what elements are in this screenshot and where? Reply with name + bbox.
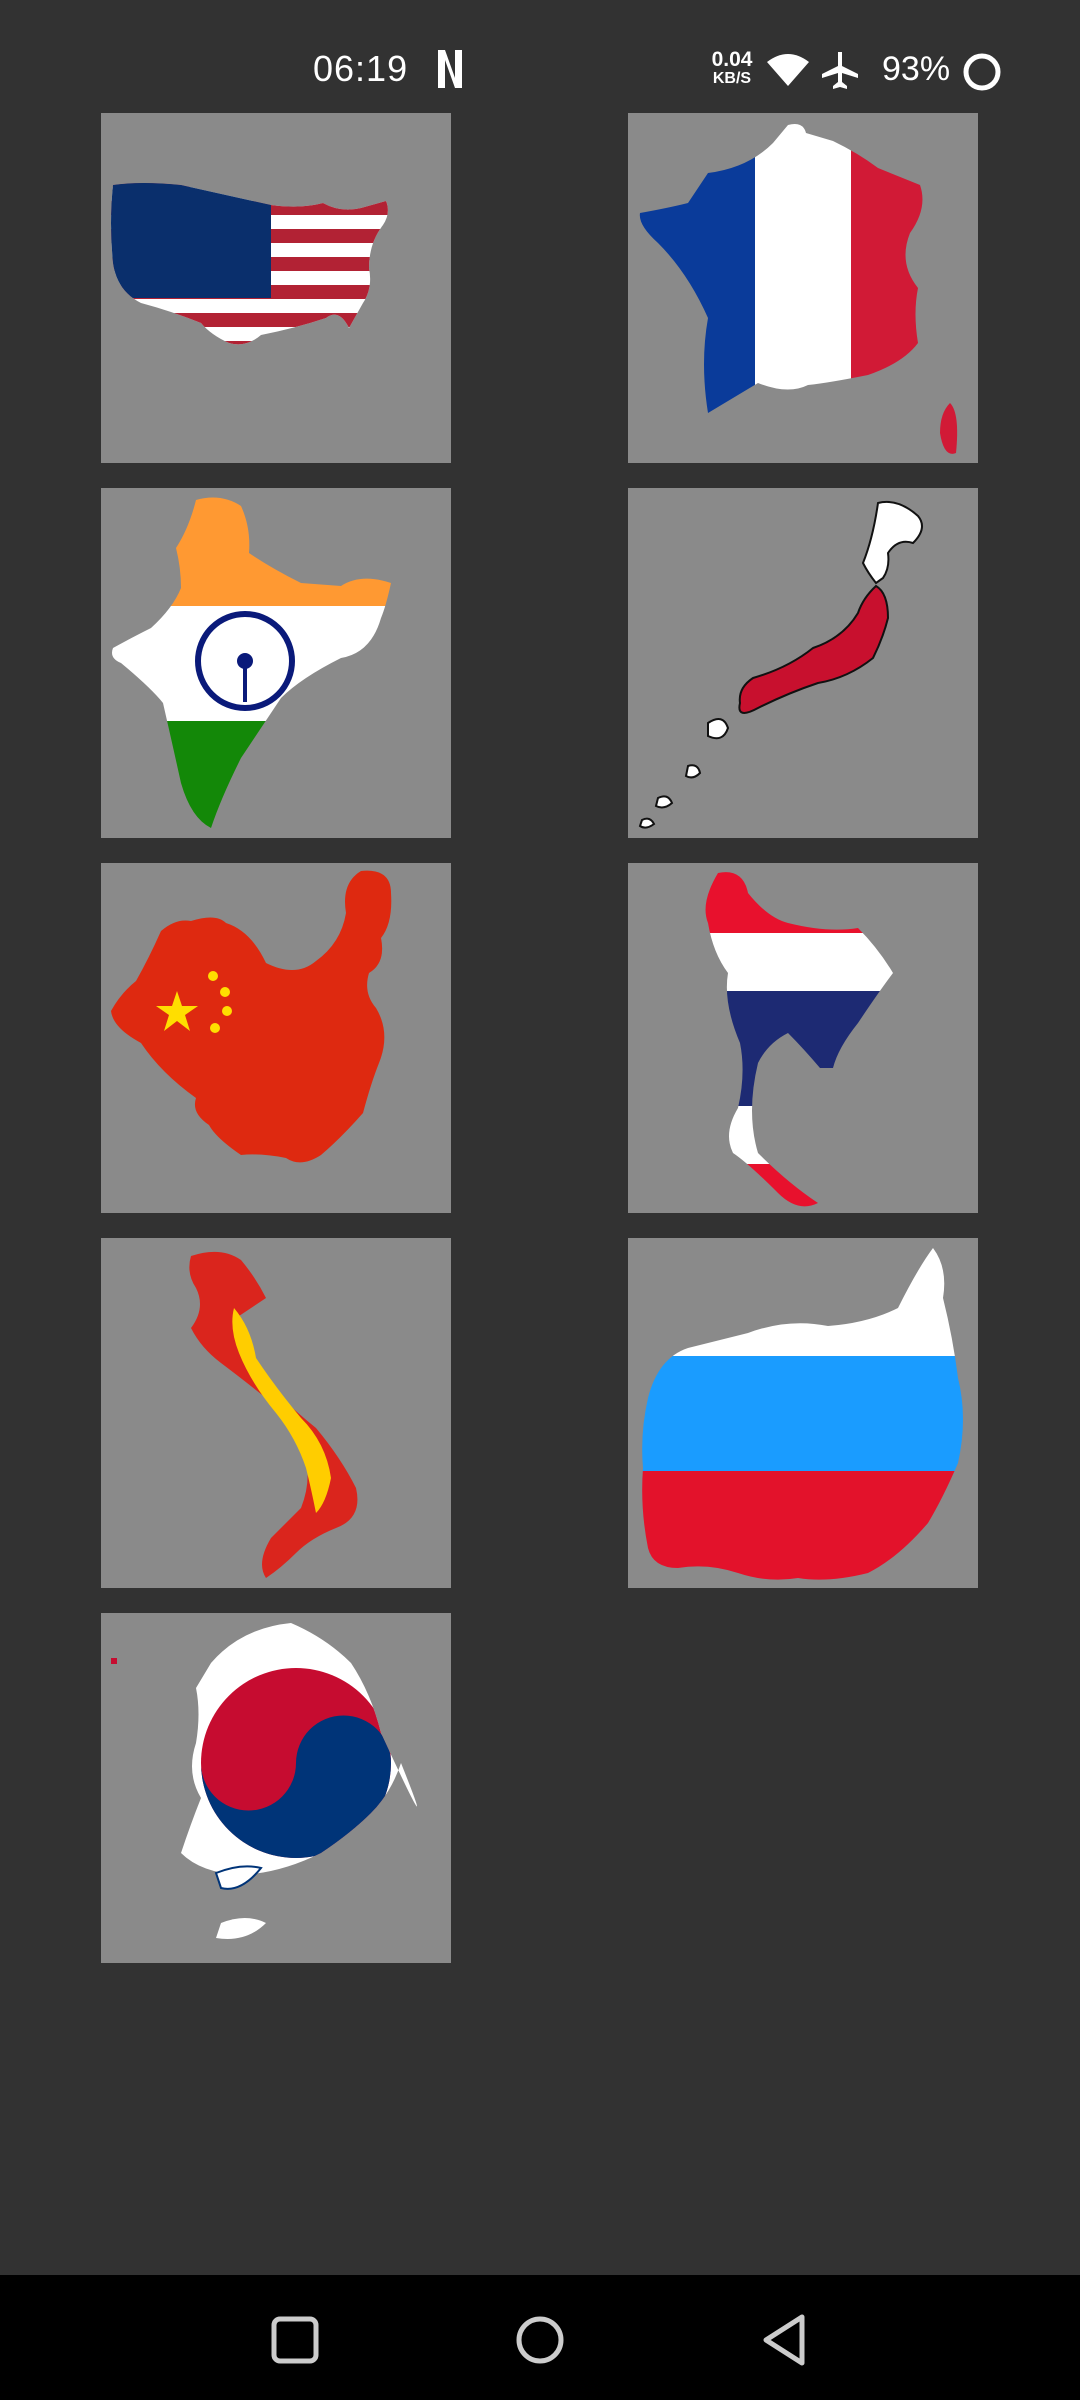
airplane-mode-icon xyxy=(822,52,858,89)
status-time: 06:19 xyxy=(313,48,409,89)
network-speed-value: 0.04 xyxy=(711,48,753,71)
russia-flag-map-icon xyxy=(642,1248,963,1580)
tile-usa[interactable] xyxy=(101,113,451,463)
thailand-flag-map-icon xyxy=(705,872,894,1207)
battery-icon xyxy=(963,53,1001,91)
south-korea-flag-map-icon xyxy=(111,1623,417,1939)
home-button[interactable] xyxy=(505,2305,575,2375)
back-button[interactable] xyxy=(752,2305,822,2375)
wifi-icon xyxy=(767,54,809,86)
france-flag-map-icon xyxy=(639,124,958,454)
tile-china[interactable] xyxy=(101,863,451,1213)
india-flag-map-icon xyxy=(112,497,391,829)
recents-button[interactable] xyxy=(260,2305,330,2375)
japan-flag-map-icon xyxy=(638,500,923,829)
battery-percent: 93% xyxy=(882,50,951,88)
tile-south-korea[interactable] xyxy=(101,1613,451,1963)
usa-flag-map-icon xyxy=(111,183,388,345)
navigation-bar xyxy=(0,2275,1080,2400)
tile-russia[interactable] xyxy=(628,1238,978,1588)
tile-thailand[interactable] xyxy=(628,863,978,1213)
tile-vietnam[interactable] xyxy=(101,1238,451,1588)
network-speed-unit: KB/S xyxy=(712,70,752,87)
status-bar: 06:19 0.04 KB/S 93% xyxy=(0,0,1080,110)
tile-france[interactable] xyxy=(628,113,978,463)
tile-japan[interactable] xyxy=(628,488,978,838)
china-flag-map-icon xyxy=(111,870,392,1163)
vietnam-flag-map-icon xyxy=(189,1251,358,1578)
tile-india[interactable] xyxy=(101,488,451,838)
netflix-icon xyxy=(438,50,462,88)
network-speed: 0.04 KB/S xyxy=(706,48,758,88)
